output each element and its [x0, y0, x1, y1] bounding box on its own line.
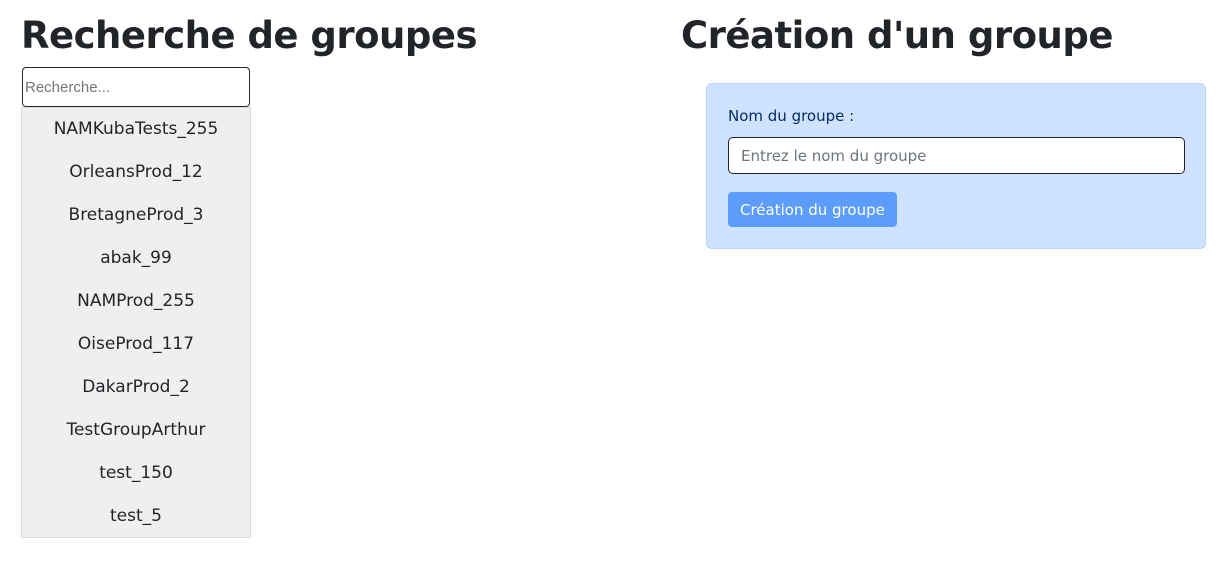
group-list-item[interactable]: test_150: [22, 452, 250, 495]
group-list-item[interactable]: BretagneProd_3: [22, 194, 250, 237]
page: Recherche de groupes NAMKubaTests_255 Or…: [0, 0, 1216, 568]
group-name-label: Nom du groupe :: [728, 107, 855, 125]
search-input[interactable]: [22, 67, 250, 107]
group-list-item[interactable]: OiseProd_117: [22, 323, 250, 366]
group-results-list: NAMKubaTests_255 OrleansProd_12 Bretagne…: [21, 107, 251, 538]
group-list-item[interactable]: NAMProd_255: [22, 280, 250, 323]
group-list-item[interactable]: NAMKubaTests_255: [22, 108, 250, 151]
group-list-item[interactable]: OrleansProd_12: [22, 151, 250, 194]
group-list-item[interactable]: DakarProd_2: [22, 366, 250, 409]
group-list-item[interactable]: TestGroupArthur: [22, 409, 250, 452]
create-group-button[interactable]: Création du groupe: [728, 192, 897, 227]
search-section: Recherche de groupes: [21, 14, 521, 107]
group-list-item[interactable]: test_5: [22, 495, 250, 538]
search-title: Recherche de groupes: [21, 14, 478, 57]
create-group-form: Nom du groupe : Création du groupe: [706, 83, 1206, 249]
group-name-input[interactable]: [728, 137, 1185, 174]
create-title: Création d'un groupe: [681, 14, 1113, 57]
group-list-item[interactable]: abak_99: [22, 237, 250, 280]
